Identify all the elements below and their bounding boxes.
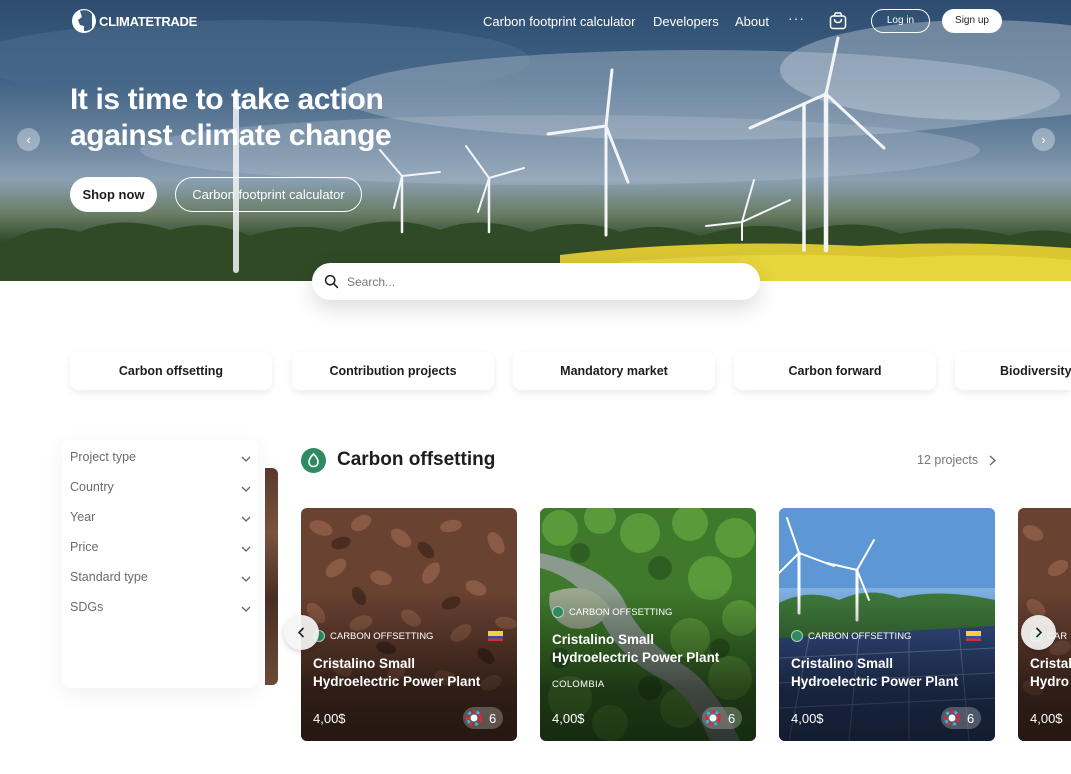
category-tab-contribution-projects[interactable]: Contribution projects bbox=[292, 352, 494, 390]
card-title-line: Cristal bbox=[1030, 656, 1071, 671]
filter-price[interactable]: Price bbox=[70, 540, 252, 560]
leaf-icon bbox=[791, 630, 803, 642]
top-nav: CLIMATETRADE Carbon footprint calculator… bbox=[0, 0, 1071, 42]
carousel-next-button[interactable] bbox=[1021, 615, 1056, 650]
card-badge-label: CARBON OFFSETTING bbox=[569, 606, 673, 618]
card-title: Cristalino Small Hydroelectric Power Pla… bbox=[552, 631, 748, 667]
chevron-right-icon[interactable] bbox=[986, 454, 998, 467]
logo[interactable]: CLIMATETRADE bbox=[70, 6, 197, 36]
shop-now-button[interactable]: Shop now bbox=[70, 177, 157, 212]
section-title: Carbon offsetting bbox=[337, 449, 496, 470]
filter-standard-type[interactable]: Standard type bbox=[70, 570, 252, 590]
leaf-icon bbox=[552, 606, 564, 618]
card-title: Cristalino Small Hydroelectric Power Pla… bbox=[313, 655, 509, 691]
project-card[interactable]: CARBON OFFSETTING Cristalino Small Hydro… bbox=[779, 508, 995, 741]
search-icon bbox=[324, 274, 339, 289]
card-badge-label: CARBON OFFSETTING bbox=[330, 630, 434, 642]
hero-calculator-button[interactable]: Carbon footprint calculator bbox=[175, 177, 362, 212]
flag-icon bbox=[488, 631, 503, 641]
card-title-line: Hydroelectric Power Plant bbox=[791, 674, 959, 689]
logo-text: CLIMATETRADE bbox=[99, 13, 197, 29]
category-tab-biodiversity[interactable]: Biodiversity bbox=[955, 352, 1071, 390]
hero-title-line-1: It is time to take action bbox=[70, 83, 384, 116]
flag-icon bbox=[966, 631, 981, 641]
card-title: Cristalino Small Hydroelectric Power Pla… bbox=[791, 655, 987, 691]
chevron-down-icon bbox=[241, 516, 251, 522]
filter-panel: Project type Country Year Price Standard… bbox=[62, 440, 258, 688]
card-price: 4,00$ bbox=[552, 711, 585, 726]
nav-link-about[interactable]: About bbox=[735, 14, 769, 29]
card-badge: CARBON OFFSETTING bbox=[552, 606, 672, 618]
sdg-badge: 6 bbox=[702, 707, 742, 729]
card-title-line: Hydroelectric Power Plant bbox=[552, 650, 720, 665]
category-tab-carbon-forward[interactable]: Carbon forward bbox=[734, 352, 936, 390]
card-title: Cristal Hydro bbox=[1030, 655, 1071, 691]
chevron-right-icon bbox=[1035, 627, 1043, 638]
chevron-down-icon bbox=[241, 456, 251, 462]
filter-project-type[interactable]: Project type bbox=[70, 450, 252, 470]
card-price: 4,00$ bbox=[313, 711, 346, 726]
login-button[interactable]: Log in bbox=[871, 9, 930, 33]
project-card[interactable]: CARBON OFFSETTING Cristalino Small Hydro… bbox=[540, 508, 756, 741]
sdg-wheel-icon bbox=[944, 710, 960, 726]
chevron-down-icon bbox=[241, 606, 251, 612]
search-input[interactable] bbox=[347, 272, 727, 291]
nav-link-developers[interactable]: Developers bbox=[653, 14, 719, 29]
hero-banner: CLIMATETRADE Carbon footprint calculator… bbox=[0, 0, 1071, 281]
chevron-down-icon bbox=[241, 546, 251, 552]
hero-title-line-2: against climate change bbox=[70, 119, 392, 152]
card-price: 4,00$ bbox=[1030, 711, 1063, 726]
card-title-line: Cristalino Small bbox=[313, 656, 416, 671]
carousel-prev-button[interactable] bbox=[284, 615, 319, 650]
more-menu-icon[interactable]: ··· bbox=[788, 10, 805, 26]
hero-next-arrow-icon[interactable]: › bbox=[1032, 128, 1055, 151]
filter-panel-edge-image bbox=[265, 468, 278, 685]
filter-label: Project type bbox=[70, 450, 137, 464]
signup-button[interactable]: Sign up bbox=[942, 9, 1002, 33]
globe-logo-icon bbox=[72, 9, 96, 33]
cart-icon[interactable] bbox=[828, 11, 848, 31]
filter-sdgs[interactable]: SDGs bbox=[70, 600, 252, 620]
sdg-count: 6 bbox=[728, 710, 736, 726]
filter-year[interactable]: Year bbox=[70, 510, 252, 530]
search-bar bbox=[312, 263, 760, 300]
chevron-down-icon bbox=[241, 576, 251, 582]
category-tab-mandatory-market[interactable]: Mandatory market bbox=[513, 352, 715, 390]
hero-title: It is time to take action against climat… bbox=[70, 82, 490, 154]
project-card[interactable]: CARBON OFFSETTING Cristalino Small Hydro… bbox=[301, 508, 517, 741]
project-count-link[interactable]: 12 projects bbox=[917, 453, 978, 467]
hero-prev-arrow-icon[interactable]: ‹ bbox=[17, 128, 40, 151]
category-tab-carbon-offsetting[interactable]: Carbon offsetting bbox=[70, 352, 272, 390]
leaf-icon bbox=[301, 448, 326, 473]
card-badge-label: CARBON OFFSETTING bbox=[808, 630, 912, 642]
card-price: 4,00$ bbox=[791, 711, 824, 726]
card-badge: CARBON OFFSETTING bbox=[313, 630, 433, 642]
card-title-line: Hydro bbox=[1030, 674, 1070, 689]
card-badge: CARBON OFFSETTING bbox=[791, 630, 911, 642]
card-country: COLOMBIA bbox=[552, 679, 605, 690]
chevron-down-icon bbox=[241, 486, 251, 492]
sdg-count: 6 bbox=[489, 710, 497, 726]
filter-label: Country bbox=[70, 480, 114, 494]
filter-country[interactable]: Country bbox=[70, 480, 252, 500]
card-title-line: Hydroelectric Power Plant bbox=[313, 674, 481, 689]
card-title-line: Cristalino Small bbox=[552, 632, 655, 647]
sdg-wheel-icon bbox=[466, 710, 482, 726]
filter-label: SDGs bbox=[70, 600, 104, 614]
sdg-count: 6 bbox=[967, 710, 975, 726]
nav-link-carbon-calculator[interactable]: Carbon footprint calculator bbox=[483, 14, 635, 29]
filter-label: Standard type bbox=[70, 570, 148, 584]
sdg-badge: 6 bbox=[463, 707, 503, 729]
filter-label: Price bbox=[70, 540, 99, 554]
filter-label: Year bbox=[70, 510, 96, 524]
chevron-left-icon bbox=[297, 627, 305, 638]
sdg-badge: 6 bbox=[941, 707, 981, 729]
sdg-wheel-icon bbox=[705, 710, 721, 726]
card-title-line: Cristalino Small bbox=[791, 656, 894, 671]
